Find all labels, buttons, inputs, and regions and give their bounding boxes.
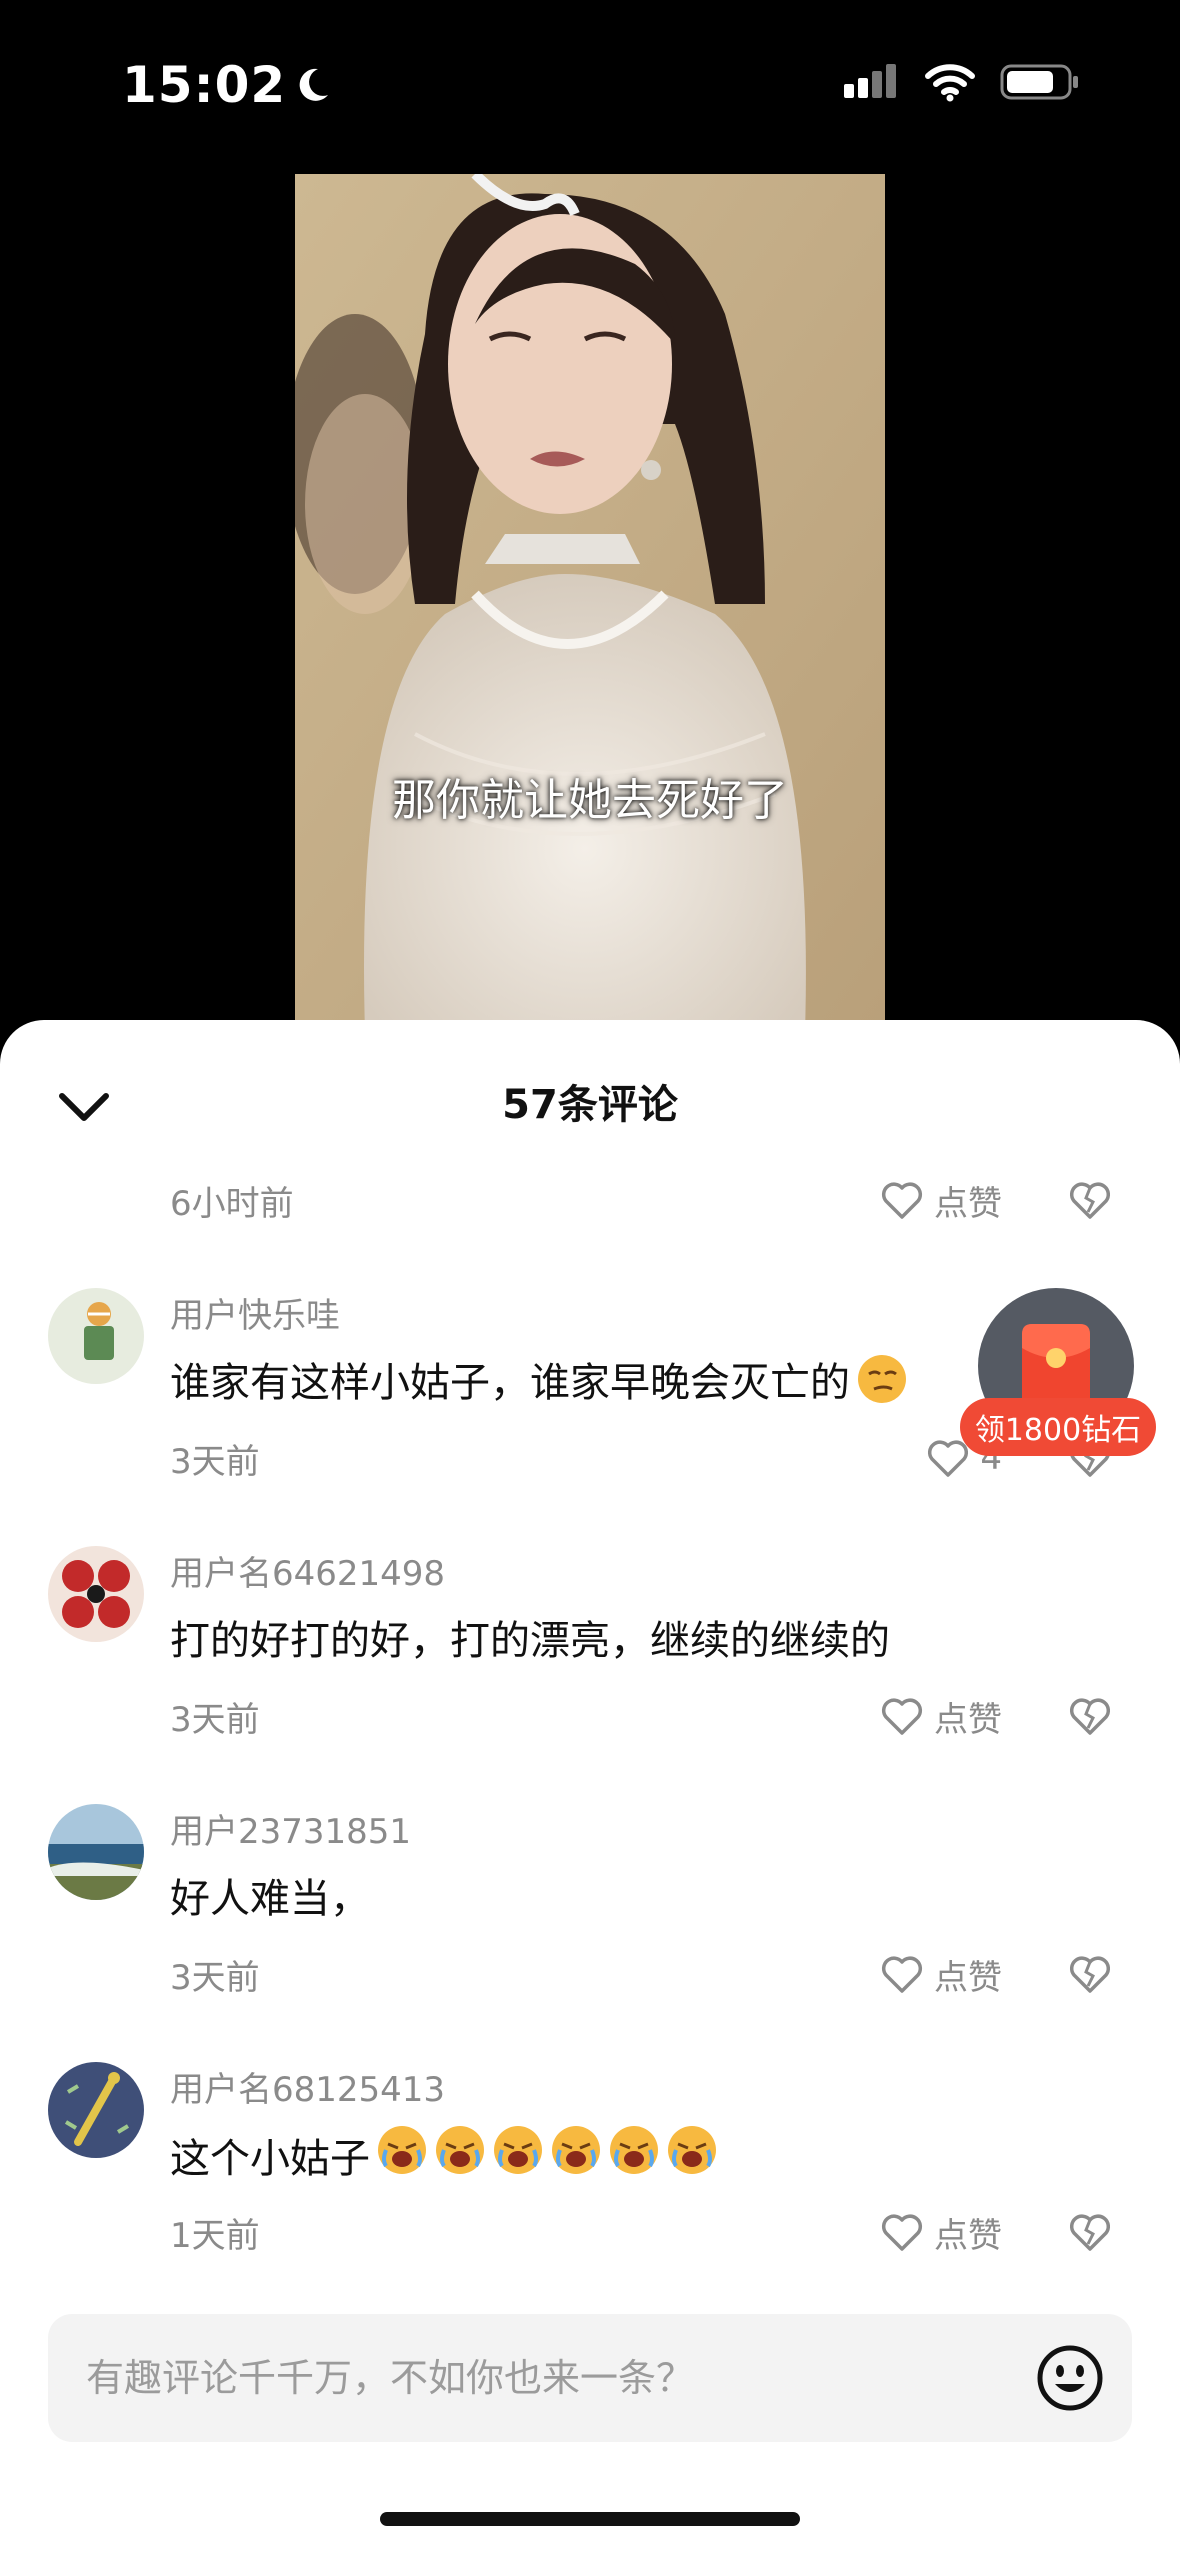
top-comment-meta: 6小时前 点赞 bbox=[170, 1170, 1120, 1230]
broken-heart-icon bbox=[1069, 1698, 1111, 1735]
like-label: 点赞 bbox=[934, 2215, 1002, 2256]
username[interactable]: 用户快乐哇 bbox=[170, 1288, 340, 1337]
comment-item: 用户名64621498 打的好打的好，打的漂亮，继续的继续的 3天前 点赞 bbox=[0, 1546, 1180, 1796]
video-frame bbox=[295, 174, 885, 1032]
clock: 15:02 bbox=[122, 56, 287, 114]
comment-input[interactable] bbox=[86, 2314, 966, 2442]
broken-heart-icon bbox=[1069, 1182, 1111, 1219]
like-button[interactable]: 点赞 bbox=[880, 1686, 1002, 1746]
username[interactable]: 用户名68125413 bbox=[170, 2062, 445, 2111]
video-subtitle: 那你就让她去死好了 bbox=[392, 775, 788, 826]
avatar-image bbox=[48, 1288, 144, 1384]
dislike-button[interactable] bbox=[1060, 2202, 1120, 2262]
home-indicator[interactable] bbox=[380, 2512, 800, 2526]
broken-heart-icon bbox=[1069, 2214, 1111, 2251]
comment-time: 3天前 bbox=[170, 1699, 260, 1740]
emoji-button[interactable] bbox=[1036, 2344, 1104, 2412]
comment-body: 打的好打的好，打的漂亮，继续的继续的 bbox=[170, 1618, 890, 1664]
emoji-group bbox=[370, 2124, 718, 2186]
crying-face-icon bbox=[610, 2126, 658, 2174]
comment-input-bar bbox=[48, 2314, 1132, 2442]
like-button[interactable]: 点赞 bbox=[880, 1170, 1002, 1230]
crying-face-icon bbox=[378, 2126, 426, 2174]
status-bar: 15:02 bbox=[0, 0, 1180, 170]
comment-text: 好人难当， bbox=[170, 1866, 370, 1924]
comment-meta: 3天前 点赞 bbox=[170, 1686, 1120, 1746]
comment-time: 3天前 bbox=[170, 1441, 260, 1482]
comment-text: 这个小姑子 bbox=[170, 2124, 718, 2186]
sheet-header: 57条评论 bbox=[0, 1020, 1180, 1180]
comment-item: 用户23731851 好人难当， 3天前 点赞 bbox=[0, 1804, 1180, 2054]
comment-text: 谁家有这样小姑子，谁家早晚会灭亡的 bbox=[170, 1350, 908, 1408]
username[interactable]: 用户23731851 bbox=[170, 1804, 411, 1853]
battery-icon bbox=[1000, 64, 1078, 100]
status-icons bbox=[844, 62, 1080, 102]
avatar[interactable] bbox=[48, 1288, 144, 1384]
heart-icon bbox=[881, 1182, 923, 1219]
smirk-face-icon bbox=[858, 1355, 906, 1403]
crying-face-icon bbox=[436, 2126, 484, 2174]
dislike-button[interactable] bbox=[1060, 1170, 1120, 1230]
comment-item: 用户名68125413 这个小姑子 1天前 点赞 bbox=[0, 2062, 1180, 2312]
dislike-button[interactable] bbox=[1060, 1944, 1120, 2004]
comment-body: 好人难当， bbox=[170, 1876, 370, 1922]
heart-icon bbox=[881, 1956, 923, 1993]
comment-meta: 1天前 点赞 bbox=[170, 2202, 1120, 2262]
dislike-button[interactable] bbox=[1060, 1686, 1120, 1746]
crying-face-icon bbox=[552, 2126, 600, 2174]
heart-icon bbox=[881, 1698, 923, 1735]
like-label: 点赞 bbox=[934, 1957, 1002, 1998]
avatar[interactable] bbox=[48, 1546, 144, 1642]
video-player[interactable]: 那你就让她去死好了 bbox=[295, 174, 885, 1032]
avatar[interactable] bbox=[48, 2062, 144, 2158]
status-time: 15:02 bbox=[122, 56, 332, 114]
username[interactable]: 用户名64621498 bbox=[170, 1546, 445, 1595]
comment-meta: 3天前 点赞 bbox=[170, 1944, 1120, 2004]
cellular-signal-icon bbox=[844, 64, 896, 98]
comment-time: 6小时前 bbox=[170, 1183, 294, 1224]
broken-heart-icon bbox=[1069, 1956, 1111, 1993]
smiley-icon bbox=[1037, 2345, 1103, 2411]
wifi-icon bbox=[925, 64, 975, 102]
comment-body: 这个小姑子 bbox=[170, 2136, 370, 2182]
like-label: 点赞 bbox=[934, 1183, 1002, 1224]
avatar[interactable] bbox=[48, 1804, 144, 1900]
comment-body: 谁家有这样小姑子，谁家早晚会灭亡的 bbox=[170, 1360, 850, 1406]
comment-time: 3天前 bbox=[170, 1957, 260, 1998]
avatar-image bbox=[48, 2062, 144, 2158]
comment-count-title: 57条评论 bbox=[502, 1082, 678, 1128]
comment-time: 1天前 bbox=[170, 2215, 260, 2256]
like-button[interactable]: 点赞 bbox=[880, 2202, 1002, 2262]
like-label: 点赞 bbox=[934, 1699, 1002, 1740]
crying-face-icon bbox=[494, 2126, 542, 2174]
crying-face-icon bbox=[668, 2126, 716, 2174]
heart-icon bbox=[881, 2214, 923, 2251]
like-button[interactable]: 点赞 bbox=[880, 1944, 1002, 2004]
red-packet-reward[interactable]: 领1800钻石 bbox=[960, 1288, 1156, 1458]
comment-text: 打的好打的好，打的漂亮，继续的继续的 bbox=[170, 1608, 890, 1666]
avatar-image bbox=[48, 1804, 144, 1900]
red-packet-label: 领1800钻石 bbox=[960, 1398, 1156, 1456]
moon-icon bbox=[299, 68, 329, 101]
avatar-image bbox=[48, 1546, 144, 1642]
